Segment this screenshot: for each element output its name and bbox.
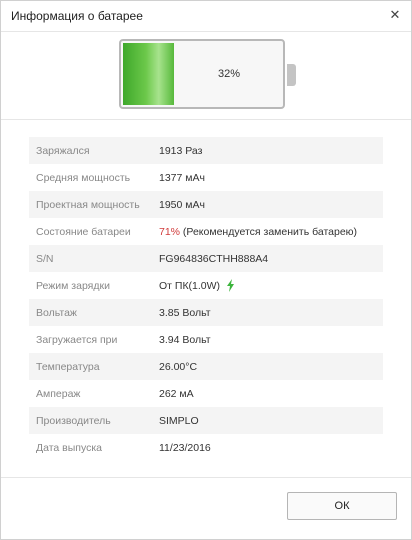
title-bar: Информация о батарее ✕: [1, 1, 411, 32]
info-value: 26.00°C: [159, 360, 198, 373]
info-label: Вольтаж: [36, 306, 77, 319]
info-row-serial-number: S/N FG964836CTHH888A4: [29, 245, 383, 272]
info-row-charge-mode: Режим зарядки От ПК(1.0W): [29, 272, 383, 299]
info-row-battery-health: Состояние батареи 71% (Рекомендуется зам…: [29, 218, 383, 245]
info-value: 71% (Рекомендуется заменить батарею): [159, 226, 357, 238]
charge-mode-text: От ПК(1.0W): [159, 279, 221, 292]
info-value: 3.94 Вольт: [159, 333, 211, 346]
close-icon[interactable]: ✕: [387, 7, 403, 23]
info-label: Температура: [36, 360, 100, 373]
battery-level-fill: [123, 43, 174, 105]
divider: [1, 119, 411, 120]
info-value: 11/23/2016: [159, 441, 211, 454]
info-row-voltage: Вольтаж 3.85 Вольт: [29, 299, 383, 326]
info-row-charge-voltage: Загружается при 3.94 Вольт: [29, 326, 383, 353]
info-value: FG964836CTHH888A4: [159, 252, 269, 265]
info-value: 1950 мАч: [159, 198, 205, 211]
ok-button[interactable]: ОК: [287, 492, 397, 520]
info-label: Загружается при: [36, 333, 118, 346]
info-label: Средняя мощность: [36, 171, 131, 184]
health-percent: 71%: [159, 225, 181, 238]
info-label: Режим зарядки: [36, 279, 110, 292]
info-label: Ампераж: [36, 387, 81, 400]
info-row-temperature: Температура 26.00°C: [29, 353, 383, 380]
info-row-charge-count: Заряжался 1913 Раз: [29, 137, 383, 164]
battery-percent-label: 32%: [217, 68, 241, 80]
info-label: Состояние батареи: [36, 225, 131, 238]
info-value: От ПК(1.0W): [159, 279, 235, 292]
info-row-amperage: Ампераж 262 мА: [29, 380, 383, 407]
battery-icon: 32%: [119, 39, 285, 109]
info-value: 3.85 Вольт: [159, 306, 211, 319]
info-label: Проектная мощность: [36, 198, 140, 211]
battery-info-list: Заряжался 1913 Раз Средняя мощность 1377…: [29, 137, 383, 461]
info-value: 262 мА: [159, 387, 194, 400]
lightning-bolt-icon: [227, 279, 235, 292]
info-row-manufacturer: Производитель SIMPLO: [29, 407, 383, 434]
footer-divider: [1, 477, 411, 478]
info-row-design-capacity: Проектная мощность 1950 мАч: [29, 191, 383, 218]
info-value: 1913 Раз: [159, 144, 203, 157]
battery-info-window: Информация о батарее ✕ 32% Заряжался 191…: [0, 0, 412, 540]
battery-terminal: [287, 64, 296, 86]
info-label: Дата выпуска: [36, 441, 103, 454]
window-title: Информация о батарее: [11, 9, 143, 23]
battery-graphic-area: 32%: [1, 32, 411, 122]
info-label: Производитель: [36, 414, 111, 427]
info-value: SIMPLO: [159, 414, 199, 427]
info-label: Заряжался: [36, 144, 90, 157]
info-label: S/N: [36, 252, 54, 265]
info-row-release-date: Дата выпуска 11/23/2016: [29, 434, 383, 461]
health-recommendation: (Рекомендуется заменить батарею): [180, 225, 358, 238]
info-value: 1377 мАч: [159, 171, 205, 184]
info-row-average-capacity: Средняя мощность 1377 мАч: [29, 164, 383, 191]
